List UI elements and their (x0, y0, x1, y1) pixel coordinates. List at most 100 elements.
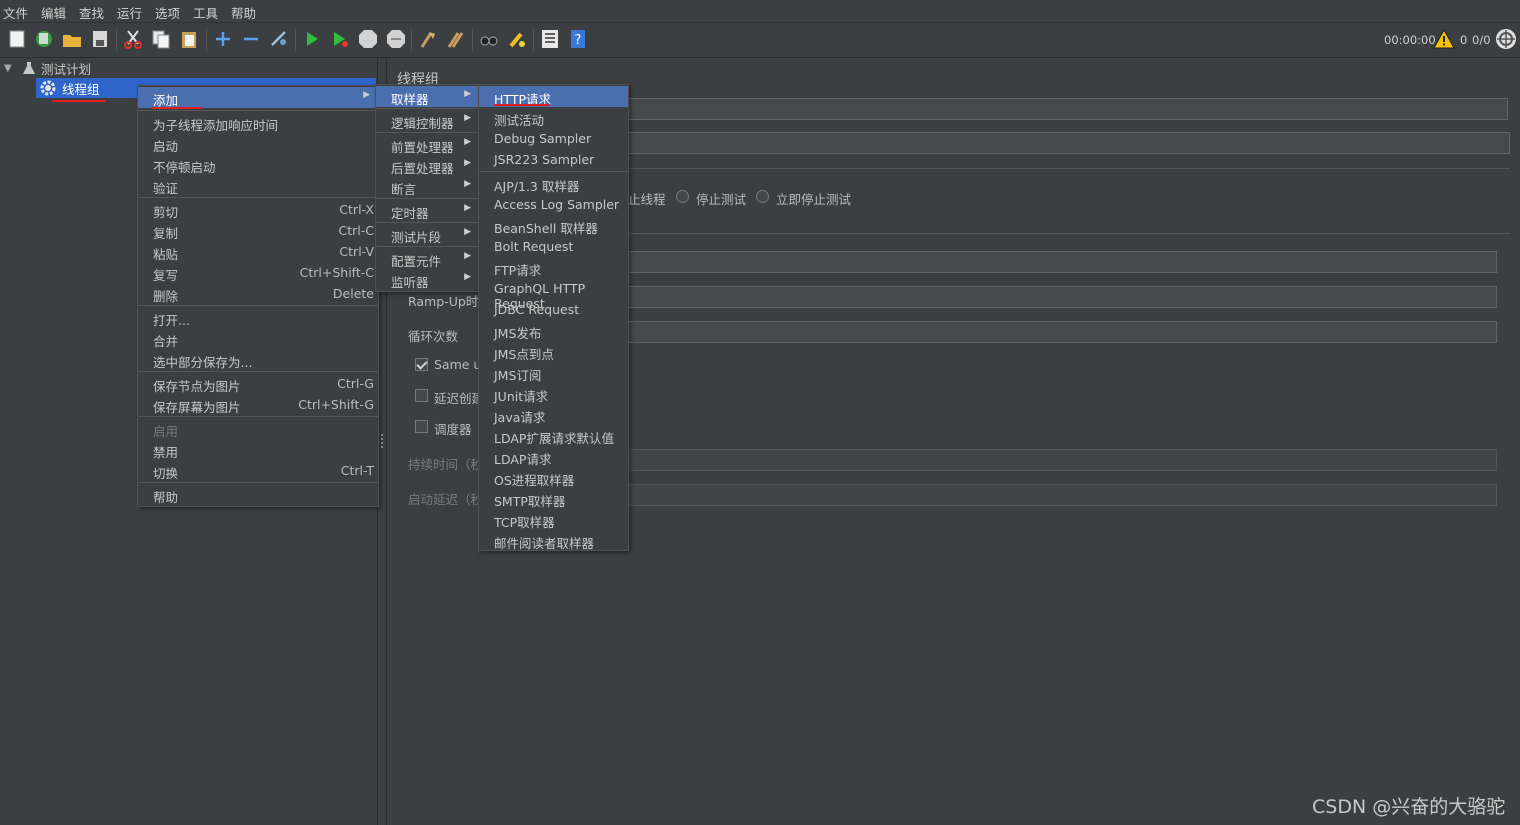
warning-icon[interactable] (1433, 28, 1455, 52)
sampler-item[interactable]: 测试活动 (479, 107, 628, 128)
startup-delay-field[interactable] (617, 484, 1497, 506)
new-icon[interactable] (6, 28, 28, 50)
divider (617, 168, 1510, 169)
sampler-item[interactable]: LDAP请求 (479, 446, 628, 467)
sampler-item[interactable]: TCP取样器 (479, 509, 628, 530)
menu-item-help[interactable]: 帮助 (138, 484, 378, 505)
chevron-down-icon[interactable]: ▼ (4, 63, 16, 74)
menu-item-enable[interactable]: 启用 (138, 418, 378, 439)
help-icon[interactable]: ? (567, 28, 589, 50)
expand-icon[interactable] (212, 28, 234, 50)
cut-icon[interactable] (122, 28, 144, 50)
submenu-item-config-element[interactable]: 配置元件 ▶ (376, 248, 479, 269)
sampler-item[interactable]: 邮件阅读者取样器 (479, 530, 628, 551)
submenu-item-listener[interactable]: 监听器 ▶ (376, 269, 479, 290)
submenu-item-post-processor[interactable]: 后置处理器 ▶ (376, 155, 479, 176)
sampler-item[interactable]: BeanShell 取样器 (479, 215, 628, 236)
toolbar: ? 00:00:00 0 0/0 (0, 23, 1520, 58)
menu-item-merge[interactable]: 合并 (138, 328, 378, 349)
thread-count-field[interactable] (617, 251, 1497, 273)
scheduler-checkbox[interactable] (415, 420, 428, 433)
submenu-item-test-fragment[interactable]: 测试片段 ▶ (376, 224, 479, 245)
clear-all-icon[interactable] (445, 28, 467, 50)
name-field[interactable] (617, 98, 1508, 120)
menu-item-save-selection[interactable]: 选中部分保存为... (138, 349, 378, 370)
delay-create-checkbox[interactable] (415, 389, 428, 402)
menu-options[interactable]: 选项 (155, 3, 180, 22)
rampup-field[interactable] (617, 286, 1497, 308)
templates-icon[interactable] (33, 28, 55, 50)
sampler-item[interactable]: JMS发布 (479, 320, 628, 341)
tree-item-test-plan[interactable]: ▼ 测试计划 (4, 58, 91, 78)
paste-icon[interactable] (178, 28, 200, 50)
menu-item-add-think-time[interactable]: 为子线程添加响应时间 (138, 112, 378, 133)
sampler-item[interactable]: JSR223 Sampler (479, 149, 628, 170)
menu-tools[interactable]: 工具 (193, 3, 218, 22)
sampler-item[interactable]: FTP请求 (479, 257, 628, 278)
menu-item-delete[interactable]: 删除 Delete (138, 283, 378, 304)
sampler-item[interactable]: Access Log Sampler (479, 194, 628, 215)
menu-item-duplicate[interactable]: 复写 Ctrl+Shift-C (138, 262, 378, 283)
reset-search-icon[interactable] (506, 28, 528, 50)
radio-stop-test-now[interactable] (756, 190, 769, 203)
svg-text:?: ? (575, 33, 582, 48)
save-icon[interactable] (89, 28, 111, 50)
sampler-item[interactable]: LDAP扩展请求默认值 (479, 425, 628, 446)
sampler-item[interactable]: JMS点到点 (479, 341, 628, 362)
menu-item-save-node-image[interactable]: 保存节点为图片 Ctrl-G (138, 373, 378, 394)
menu-search[interactable]: 查找 (79, 3, 104, 22)
start-no-pause-icon[interactable] (329, 28, 351, 50)
menu-item-paste[interactable]: 粘贴 Ctrl-V (138, 241, 378, 262)
menu-file[interactable]: 文件 (3, 3, 28, 22)
sampler-item[interactable]: AJP/1.3 取样器 (479, 173, 628, 194)
function-helper-icon[interactable] (539, 28, 561, 50)
collapse-icon[interactable] (240, 28, 262, 50)
menu-help[interactable]: 帮助 (231, 3, 256, 22)
menu-item-add[interactable]: 添加 ▶ (138, 87, 378, 108)
sampler-item[interactable]: OS进程取样器 (479, 467, 628, 488)
sampler-item[interactable]: Bolt Request (479, 236, 628, 257)
submenu-item-assertion[interactable]: 断言 ▶ (376, 176, 479, 197)
sampler-item[interactable]: SMTP取样器 (479, 488, 628, 509)
clear-icon[interactable] (417, 28, 439, 50)
sampler-item[interactable]: Debug Sampler (479, 128, 628, 149)
watermark: CSDN @兴奋的大骆驼 (1312, 796, 1506, 818)
sampler-item[interactable]: JMS订阅 (479, 362, 628, 383)
loop-count-field[interactable] (617, 321, 1497, 343)
sampler-item[interactable]: JDBC Request (479, 299, 628, 320)
submenu-item-pre-processor[interactable]: 前置处理器 ▶ (376, 134, 479, 155)
menu-item-cut[interactable]: 剪切 Ctrl-X (138, 199, 378, 220)
comment-field[interactable] (617, 132, 1510, 154)
menu-item-toggle[interactable]: 切换 Ctrl-T (138, 460, 378, 481)
remote-globe-icon[interactable] (1495, 28, 1517, 53)
sampler-item[interactable]: Java请求 (479, 404, 628, 425)
submenu-item-logic-controller[interactable]: 逻辑控制器 ▶ (376, 110, 479, 131)
start-icon[interactable] (301, 28, 323, 50)
copy-icon[interactable] (150, 28, 172, 50)
shutdown-icon[interactable] (385, 28, 407, 50)
menu-item-validate[interactable]: 验证 (138, 175, 378, 196)
sampler-item[interactable]: JUnit请求 (479, 383, 628, 404)
menu-item-disable[interactable]: 禁用 (138, 439, 378, 460)
radio-stop-test[interactable] (676, 190, 689, 203)
splitter-grip[interactable] (381, 434, 385, 448)
open-icon[interactable] (61, 28, 83, 50)
menu-item-save-screen-image[interactable]: 保存屏幕为图片 Ctrl+Shift-G (138, 394, 378, 415)
menu-edit[interactable]: 编辑 (41, 3, 66, 22)
toggle-icon[interactable] (268, 28, 290, 50)
loop-label: 循环次数 (408, 329, 459, 344)
menu-item-start-no-pause[interactable]: 不停顿启动 (138, 154, 378, 175)
submenu-item-timer[interactable]: 定时器 ▶ (376, 200, 479, 221)
same-user-checkbox[interactable] (415, 358, 428, 371)
menu-item-copy[interactable]: 复制 Ctrl-C (138, 220, 378, 241)
tree-item-label: 测试计划 (41, 61, 92, 77)
sampler-item[interactable]: GraphQL HTTP Request (479, 278, 628, 311)
submenu-item-sampler[interactable]: 取样器 ▶ (376, 86, 479, 107)
menu-item-start[interactable]: 启动 (138, 133, 378, 154)
search-icon[interactable] (478, 28, 500, 50)
stop-icon[interactable] (357, 28, 379, 50)
duration-field[interactable] (617, 449, 1497, 471)
menu-run[interactable]: 运行 (117, 3, 142, 22)
flask-icon (22, 61, 36, 75)
menu-item-open[interactable]: 打开... (138, 307, 378, 328)
